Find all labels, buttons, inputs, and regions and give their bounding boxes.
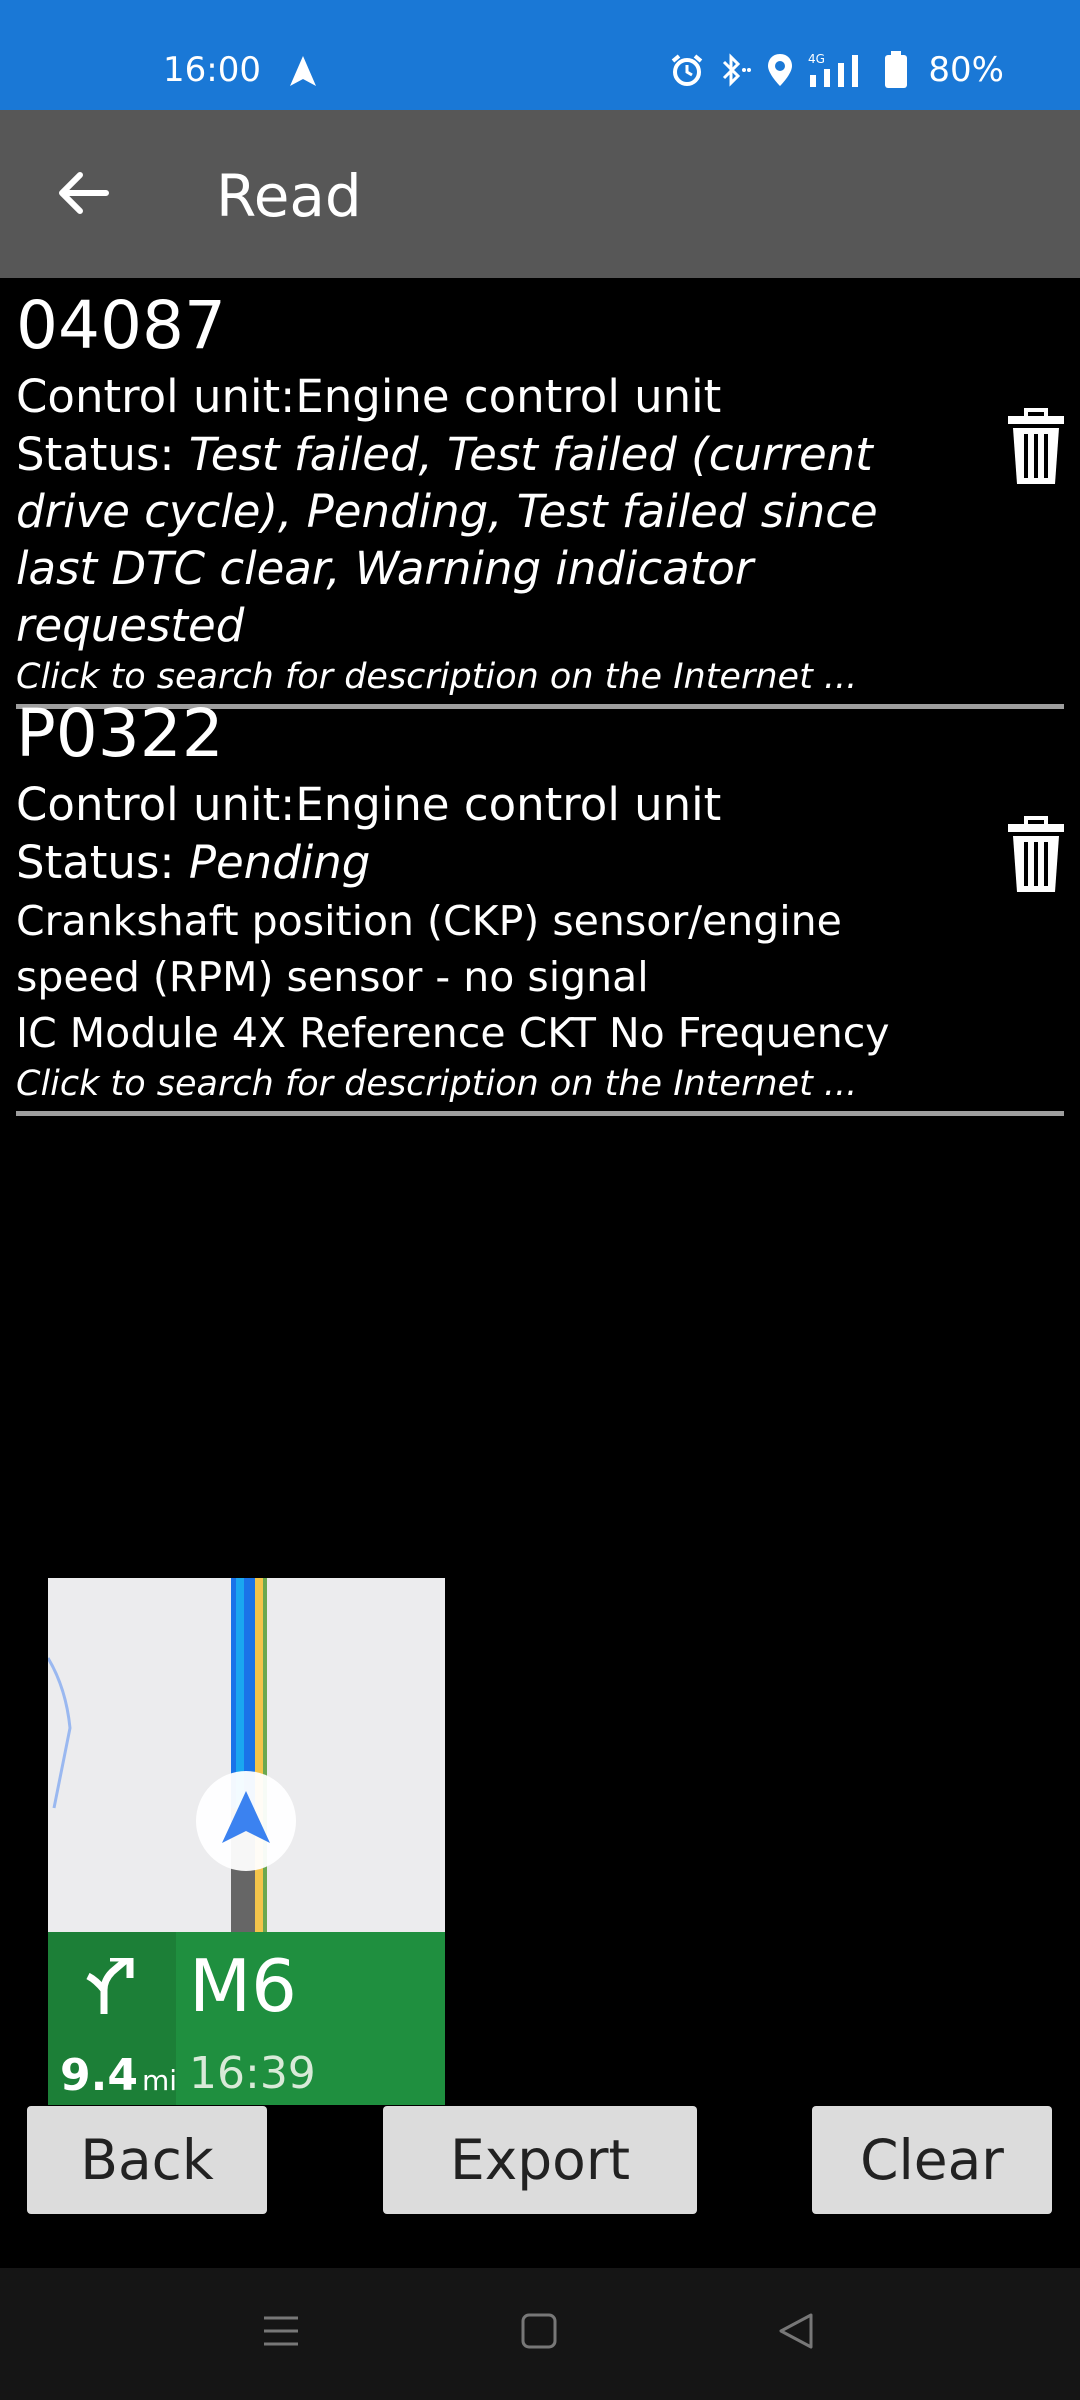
navigation-icon (290, 56, 316, 86)
navigation-overlay[interactable]: 9.4 mi M6 16:39 (48, 1578, 445, 2105)
dtc-status: Status: Pending (16, 834, 956, 891)
dtc-item[interactable]: P0322 Control unit:Engine control unit S… (16, 696, 1064, 1116)
clear-button[interactable]: Clear (812, 2106, 1052, 2214)
alarm-icon (672, 54, 703, 86)
status-bar: 16:00 4G 80% (0, 0, 1080, 110)
dtc-description: IC Module 4X Reference CKT No Frequency (16, 1009, 890, 1057)
status-icons: 4G 80% (670, 48, 1004, 92)
dtc-status-label: Status: (16, 836, 189, 889)
signal-4g-icon: 4G (808, 52, 859, 87)
dtc-status-label: Status: (16, 428, 189, 481)
trash-icon[interactable] (1008, 816, 1064, 892)
road-name: M6 (189, 1944, 297, 2028)
back-arrow-icon[interactable] (52, 162, 114, 224)
location-icon (768, 54, 793, 86)
menu-icon[interactable] (262, 2312, 300, 2350)
dtc-code: P0322 (16, 695, 224, 772)
map-route (48, 1578, 296, 1932)
divider (16, 1111, 1064, 1116)
page-title: Read (216, 162, 362, 230)
dtc-code: 04087 (16, 287, 226, 364)
eta-time: 16:39 (189, 2048, 316, 2099)
dtc-status-value: Pending (188, 836, 371, 889)
back-nav-icon[interactable] (777, 2312, 815, 2350)
export-button[interactable]: Export (383, 2106, 697, 2214)
home-icon[interactable] (520, 2312, 558, 2350)
bluetooth-icon (723, 53, 752, 87)
distance-unit: mi (141, 2064, 178, 2097)
search-internet-link[interactable]: Click to search for description on the I… (16, 1061, 1064, 1107)
distance: 9.4 mi (60, 2050, 177, 2101)
distance-value: 9.4 (60, 2050, 138, 2101)
trash-icon[interactable] (1008, 408, 1064, 484)
dtc-description: Crankshaft position (CKP) sensor/engine … (16, 897, 842, 1001)
battery-percent: 80% (928, 50, 1004, 90)
system-nav-bar (0, 2268, 1080, 2400)
dtc-item[interactable]: 04087 Control unit:Engine control unit S… (16, 288, 1064, 709)
app-bar: Read (0, 110, 1080, 278)
back-button[interactable]: Back (27, 2106, 267, 2214)
battery-icon (885, 51, 908, 88)
turn-slight-right-icon (86, 1958, 134, 2014)
dtc-control-unit: Control unit:Engine control unit (16, 370, 722, 423)
directions-panel: 9.4 mi M6 16:39 (48, 1932, 445, 2105)
svg-text:4G: 4G (808, 52, 825, 66)
search-internet-link[interactable]: Click to search for description on the I… (16, 654, 1064, 700)
dtc-status: Status: Test failed, Test failed (curren… (16, 426, 956, 654)
maneuver-box: 9.4 mi (48, 1932, 177, 2105)
status-time: 16:00 (163, 50, 261, 90)
map-view[interactable] (48, 1578, 445, 1932)
dtc-control-unit: Control unit:Engine control unit (16, 778, 722, 831)
